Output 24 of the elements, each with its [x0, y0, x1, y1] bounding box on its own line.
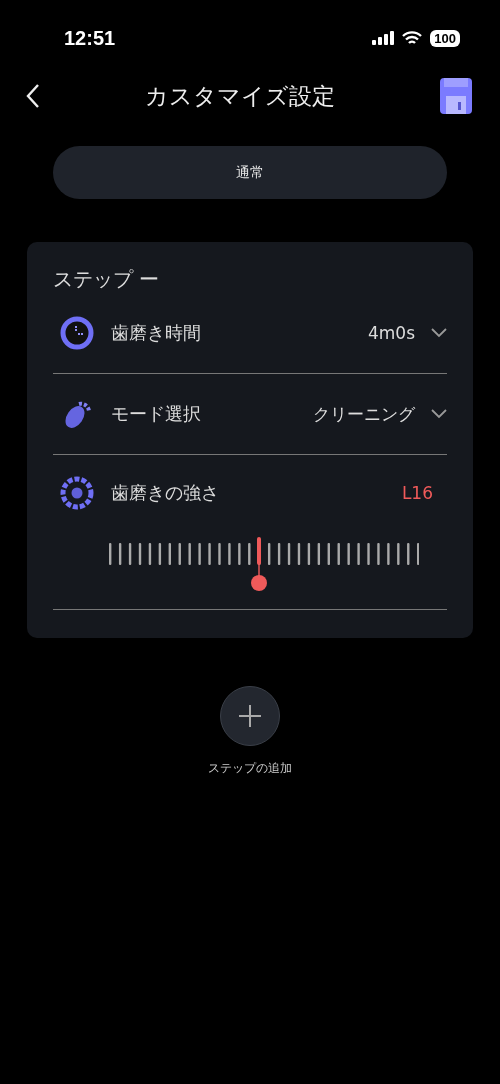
setting-value[interactable]: 4m0s [367, 323, 415, 343]
slider-thumb[interactable] [251, 537, 268, 593]
chevron-down-icon[interactable] [431, 409, 447, 419]
setting-label: 歯磨きの強さ [111, 481, 220, 505]
setting-label: モード選択 [111, 402, 202, 426]
setting-value[interactable]: クリーニング [313, 402, 415, 426]
setting-value: L16 [401, 483, 433, 503]
wifi-icon [402, 30, 423, 46]
add-step-label: ステップの追加 [208, 760, 292, 777]
back-icon[interactable] [26, 83, 40, 109]
page-title: カスタマイズ設定 [145, 81, 335, 111]
step-title: ステップ ー [53, 266, 161, 293]
intensity-ring-icon [59, 475, 95, 511]
status-time: 12:51 [64, 26, 116, 50]
setting-label: 歯磨き時間 [111, 321, 202, 345]
signal-icon [372, 31, 395, 45]
chevron-down-icon[interactable] [431, 328, 447, 338]
timer-icon [59, 315, 95, 351]
save-icon[interactable] [440, 78, 472, 114]
mode-button[interactable]: 通常 [53, 146, 447, 199]
intensity-slider[interactable] [109, 537, 419, 593]
tick-scale-icon [109, 543, 419, 567]
battery-level: 100 [430, 29, 460, 47]
plus-icon [239, 705, 261, 727]
